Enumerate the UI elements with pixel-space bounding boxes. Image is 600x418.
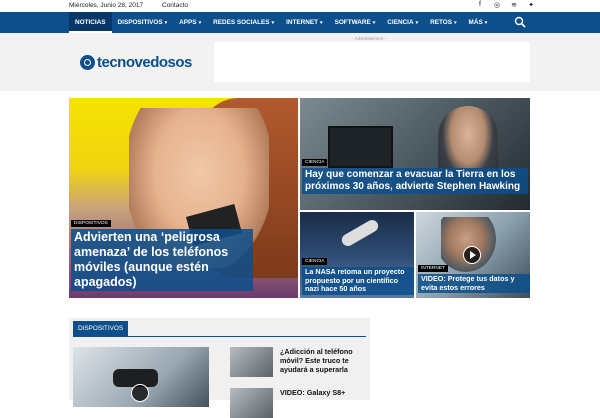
featured-article-3[interactable]: CIENCIA La NASA retoma un proyecto propu… — [300, 212, 414, 298]
nav-item-label: REDES SOCIALES — [213, 19, 270, 26]
site-logo[interactable]: tecnovedosos — [80, 54, 192, 71]
article-title[interactable]: VIDEO: Protege tus datos y evita estos e… — [418, 274, 530, 294]
nav-item-internet[interactable]: INTERNET ▾ — [280, 12, 328, 33]
article-title[interactable]: Hay que comenzar a evacuar la Tierra en … — [302, 168, 528, 194]
article-title[interactable]: La NASA retoma un proyecto propuesto por… — [302, 267, 414, 295]
article-title[interactable]: ¿Adicción al teléfono móvil? Este truco … — [280, 347, 368, 374]
advertisement-banner[interactable] — [214, 42, 530, 82]
article-thumbnail[interactable] — [230, 388, 273, 418]
dispositivos-section: DISPOSITIVOS ¿Adicción al teléfono móvil… — [69, 318, 370, 418]
nav-item-label: INTERNET — [286, 19, 319, 26]
nav-item-retos[interactable]: RETOS ▾ — [424, 12, 462, 33]
nav-menu: NOTICIAS DISPOSITIVOS ▾ APPS ▾ REDES SOCIA… — [69, 12, 493, 33]
featured-article-1[interactable]: DISPOSITIVOS Advierten una ‘peligrosa am… — [69, 98, 298, 298]
chevron-down-icon: ▾ — [271, 20, 275, 26]
rss-icon[interactable]: ≋ — [510, 1, 518, 9]
search-icon[interactable] — [514, 16, 526, 28]
nav-item-label: NOTICIAS — [75, 19, 106, 26]
instagram-icon[interactable]: ◎ — [493, 1, 501, 9]
nav-item-ciencia[interactable]: CIENCIA ▾ — [381, 12, 424, 33]
chevron-down-icon: ▾ — [484, 20, 488, 26]
social-links: f ◎ ≋ ✦ — [476, 1, 535, 9]
article-image — [328, 126, 393, 168]
section-divider — [73, 336, 366, 337]
top-bar: Miércoles, Junio 28, 2017 Contacto f ◎ ≋… — [0, 0, 600, 12]
chevron-down-icon: ▾ — [415, 20, 419, 26]
category-badge[interactable]: INTERNET — [418, 265, 448, 272]
logo-text: tecnovedosos — [97, 54, 192, 71]
main-navigation: NOTICIAS DISPOSITIVOS ▾ APPS ▾ REDES SOCIA… — [0, 12, 600, 33]
nav-item-label: MÁS — [468, 19, 483, 26]
nav-item-dispositivos[interactable]: DISPOSITIVOS ▾ — [112, 12, 174, 33]
nav-item-label: APPS — [179, 19, 197, 26]
section-tab[interactable]: DISPOSITIVOS — [73, 321, 129, 336]
featured-article-4[interactable]: INTERNET VIDEO: Protege tus datos y evit… — [416, 212, 530, 298]
chevron-down-icon: ▾ — [198, 20, 202, 26]
featured-grid: DISPOSITIVOS Advierten una ‘peligrosa am… — [69, 98, 530, 298]
contact-link[interactable]: Contacto — [162, 2, 188, 9]
chevron-down-icon: ▾ — [164, 20, 168, 26]
article-title[interactable]: VIDEO: Galaxy S8+ — [280, 388, 368, 397]
advertisement-label: - Advertisement - — [352, 36, 387, 41]
article-image — [441, 217, 496, 272]
twitter-icon[interactable]: ✦ — [527, 1, 535, 9]
nav-item-software[interactable]: SOFTWARE ▾ — [329, 12, 382, 33]
section-main-thumbnail[interactable] — [73, 347, 209, 407]
nav-item-label: CIENCIA — [387, 19, 414, 26]
nav-item-apps[interactable]: APPS ▾ — [173, 12, 207, 33]
article-thumbnail[interactable] — [230, 347, 273, 377]
nav-item-noticias[interactable]: NOTICIAS — [69, 12, 112, 33]
play-icon[interactable] — [463, 246, 481, 264]
nav-item-redes-sociales[interactable]: REDES SOCIALES ▾ — [207, 12, 280, 33]
chevron-down-icon: ▾ — [320, 20, 323, 26]
chevron-down-icon: ▾ — [454, 20, 457, 26]
category-badge[interactable]: CIENCIA — [302, 258, 328, 265]
rocket-image — [339, 217, 381, 249]
nav-item-label: SOFTWARE — [334, 19, 371, 26]
article-title[interactable]: Advierten una ‘peligrosa amenaza’ de los… — [71, 229, 253, 291]
featured-article-2[interactable]: CIENCIA Hay que comenzar a evacuar la Ti… — [300, 98, 530, 210]
chevron-down-icon: ▾ — [372, 20, 376, 26]
facebook-icon[interactable]: f — [476, 1, 484, 9]
power-icon — [80, 55, 95, 70]
nav-item-mas[interactable]: MÁS ▾ — [463, 12, 494, 33]
category-badge[interactable]: DISPOSITIVOS — [71, 220, 111, 227]
play-icon[interactable] — [131, 384, 149, 402]
current-date: Miércoles, Junio 28, 2017 — [69, 2, 144, 9]
nav-item-label: DISPOSITIVOS — [117, 19, 163, 26]
nav-item-label: RETOS — [430, 19, 452, 26]
category-badge[interactable]: CIENCIA — [302, 159, 328, 166]
